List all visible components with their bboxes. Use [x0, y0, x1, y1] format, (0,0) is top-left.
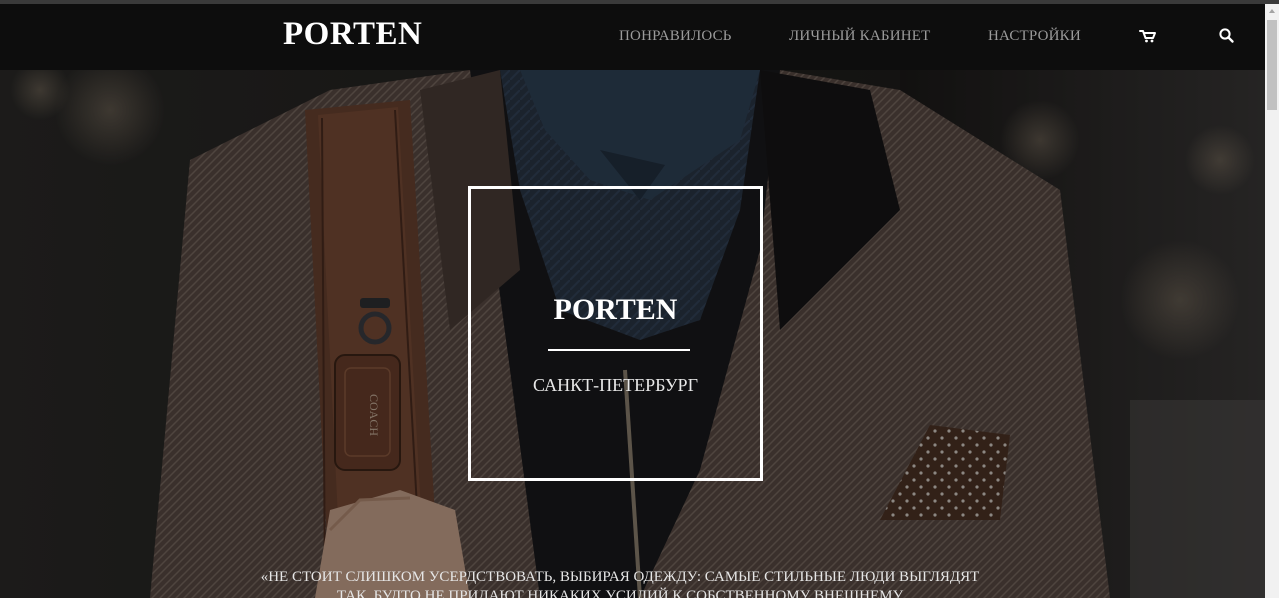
scroll-up-arrow-icon[interactable]: [1265, 4, 1279, 18]
hero-subtitle: САНКТ-ПЕТЕРБУРГ: [533, 375, 698, 395]
hero-logo-frame: PORTEN САНКТ-ПЕТЕРБУРГ: [468, 186, 763, 481]
hero-section: COACH PORTEN САНКТ-ПЕТЕРБУРГ «НЕ СТОИТ С…: [0, 70, 1265, 598]
cart-icon[interactable]: [1138, 26, 1158, 46]
nav-link-account[interactable]: ЛИЧНЫЙ КАБИНЕТ: [789, 28, 931, 45]
scrollbar-thumb[interactable]: [1267, 20, 1277, 110]
scrollbar[interactable]: [1265, 4, 1279, 598]
navbar: PORTEN ПОНРАВИЛОСЬ ЛИЧНЫЙ КАБИНЕТ НАСТРО…: [0, 4, 1265, 70]
brand-logo[interactable]: PORTEN: [283, 16, 422, 53]
hero-quote: «НЕ СТОИТ СЛИШКОМ УСЕРДСТВОВАТЬ, ВЫБИРАЯ…: [260, 569, 980, 598]
hero-divider: [548, 349, 690, 351]
search-icon[interactable]: [1217, 26, 1237, 46]
nav-link-favorites[interactable]: ПОНРАВИЛОСЬ: [619, 28, 732, 45]
page: PORTEN ПОНРАВИЛОСЬ ЛИЧНЫЙ КАБИНЕТ НАСТРО…: [0, 0, 1279, 598]
nav-link-settings[interactable]: НАСТРОЙКИ: [988, 28, 1081, 45]
hero-title: PORTEN: [553, 293, 678, 326]
